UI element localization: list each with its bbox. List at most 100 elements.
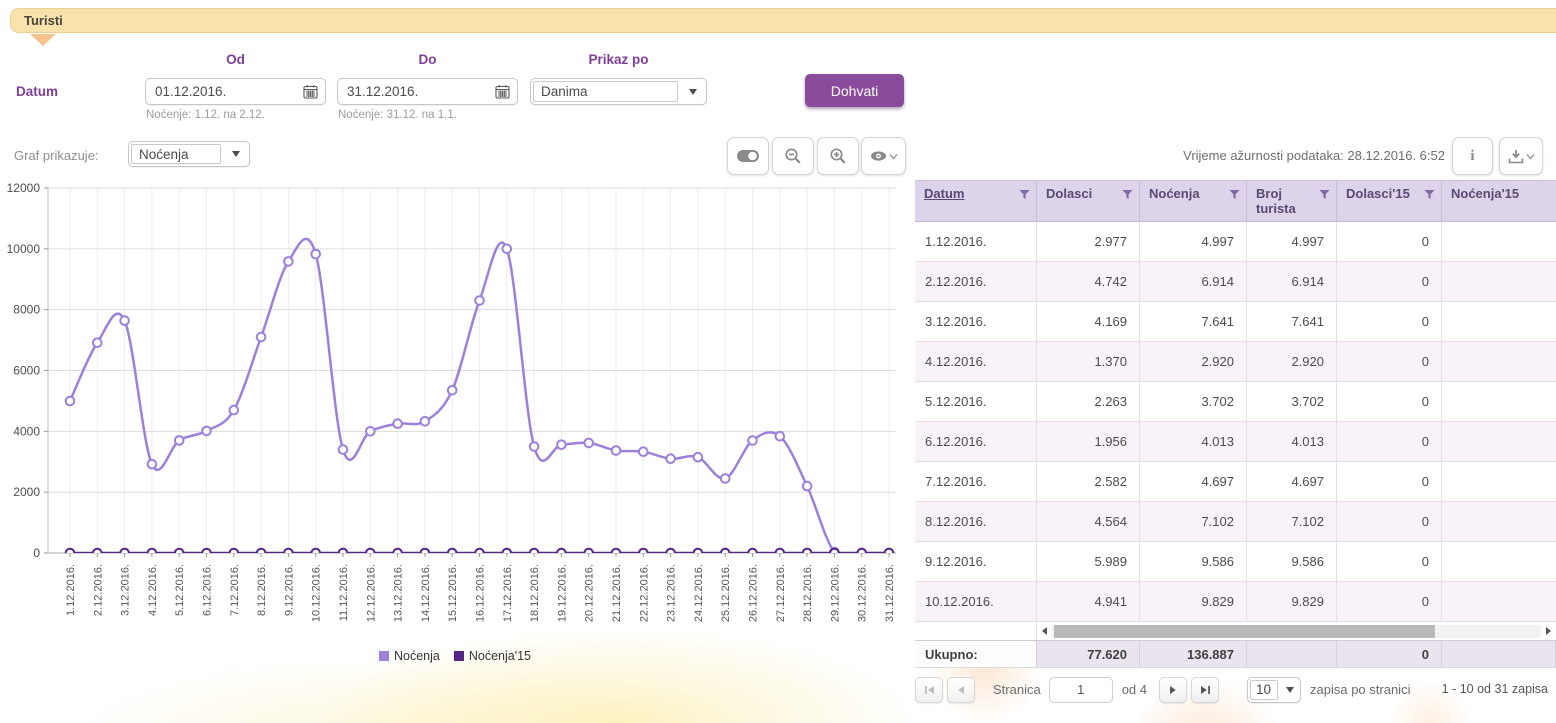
legend-item[interactable]: Noćenja'15	[454, 649, 531, 663]
totals-value	[1442, 641, 1556, 667]
cell-value: 4.697	[1247, 462, 1337, 501]
table-header-row: DatumDolasciNoćenjaBroj turistaDolasci'1…	[915, 180, 1556, 222]
scroll-left-arrow[interactable]	[1037, 622, 1052, 640]
svg-text:6000: 6000	[13, 364, 40, 378]
chevron-down-icon[interactable]	[1280, 678, 1300, 702]
svg-text:30.12.2016.: 30.12.2016.	[857, 564, 869, 622]
svg-text:8.12.2016.: 8.12.2016.	[256, 564, 268, 616]
filter-icon[interactable]	[1424, 189, 1435, 200]
svg-text:20.12.2016.: 20.12.2016.	[584, 564, 596, 622]
chevron-down-icon	[1526, 153, 1535, 160]
column-header-dolasci-15[interactable]: Dolasci'15	[1337, 181, 1442, 221]
table-row[interactable]: 10.12.2016.4.9419.8299.8290	[915, 582, 1556, 622]
filter-icon[interactable]	[1229, 189, 1240, 200]
table-row[interactable]: 2.12.2016.4.7426.9146.9140	[915, 262, 1556, 302]
zoom-in-button[interactable]	[817, 137, 859, 175]
column-header-dolasci[interactable]: Dolasci	[1037, 181, 1140, 221]
last-page-button[interactable]	[1191, 677, 1219, 703]
svg-text:5.12.2016.: 5.12.2016.	[174, 564, 186, 616]
cell-value	[1442, 582, 1556, 621]
table-row[interactable]: 4.12.2016.1.3702.9202.9200	[915, 342, 1556, 382]
svg-text:27.12.2016.: 27.12.2016.	[775, 564, 787, 622]
column-header-no-enja[interactable]: Noćenja	[1140, 181, 1247, 221]
cell-date: 6.12.2016.	[915, 422, 1037, 461]
cell-value: 9.586	[1140, 542, 1247, 581]
cell-value: 4.013	[1140, 422, 1247, 461]
cell-value: 5.989	[1037, 542, 1140, 581]
prikaz-po-selected-value[interactable]: Danima	[533, 81, 678, 102]
cell-date: 4.12.2016.	[915, 342, 1037, 381]
column-header-datum[interactable]: Datum	[915, 181, 1037, 221]
cell-value: 2.920	[1140, 342, 1247, 381]
date-from-value[interactable]: 01.12.2016.	[146, 84, 295, 99]
table-row[interactable]: 8.12.2016.4.5647.1027.1020	[915, 502, 1556, 542]
line-chart[interactable]: 0200040006000800010000120001.12.2016.2.1…	[0, 180, 910, 650]
prikaz-po-select[interactable]: Danima	[530, 78, 707, 105]
table-row[interactable]: 7.12.2016.2.5824.6974.6970	[915, 462, 1556, 502]
visibility-menu-button[interactable]	[861, 137, 906, 175]
calendar-icon[interactable]	[295, 79, 325, 104]
scrollbar-thumb[interactable]	[1054, 625, 1435, 638]
table-row[interactable]: 3.12.2016.4.1697.6417.6410	[915, 302, 1556, 342]
toggle-icon	[736, 148, 760, 164]
cell-value: 6.914	[1247, 262, 1337, 301]
filter-icon[interactable]	[1319, 189, 1330, 200]
chevron-down-icon[interactable]	[680, 79, 706, 104]
svg-text:1.12.2016.: 1.12.2016.	[65, 564, 77, 616]
scrollbar-track[interactable]	[1052, 625, 1541, 638]
date-to-value[interactable]: 31.12.2016.	[338, 84, 487, 99]
toggle-series-button[interactable]	[727, 137, 769, 175]
column-header-no-enja-15[interactable]: Noćenja'15	[1442, 181, 1556, 221]
table-body: 1.12.2016.2.9774.9974.99702.12.2016.4.74…	[915, 222, 1556, 622]
zoom-out-button[interactable]	[772, 137, 814, 175]
svg-text:18.12.2016.: 18.12.2016.	[529, 564, 541, 622]
svg-text:19.12.2016.: 19.12.2016.	[556, 564, 568, 622]
cell-value: 6.914	[1140, 262, 1247, 301]
filter-icon[interactable]	[1122, 189, 1133, 200]
cell-value: 7.641	[1140, 302, 1247, 341]
legend-label: Noćenja'15	[469, 649, 531, 663]
cell-value	[1442, 382, 1556, 421]
page-number-input[interactable]	[1049, 677, 1113, 703]
svg-text:10.12.2016.: 10.12.2016.	[311, 564, 323, 622]
table-row[interactable]: 6.12.2016.1.9564.0134.0130	[915, 422, 1556, 462]
calendar-icon[interactable]	[487, 79, 517, 104]
svg-text:17.12.2016.: 17.12.2016.	[502, 564, 514, 622]
svg-text:16.12.2016.: 16.12.2016.	[475, 564, 487, 622]
cell-value: 4.941	[1037, 582, 1140, 621]
table-horizontal-scrollbar[interactable]	[915, 622, 1556, 640]
fetch-button[interactable]: Dohvati	[805, 74, 904, 107]
graf-prikazuje-select[interactable]: Noćenja	[128, 141, 250, 167]
eye-icon	[870, 150, 887, 162]
column-header-broj-turista[interactable]: Broj turista	[1247, 181, 1337, 221]
chart-canvas[interactable]: 0200040006000800010000120001.12.2016.2.1…	[0, 180, 910, 650]
filter-icon[interactable]	[1019, 189, 1030, 200]
legend-item[interactable]: Noćenja	[379, 649, 440, 663]
table-row[interactable]: 5.12.2016.2.2633.7023.7020	[915, 382, 1556, 422]
cell-value	[1442, 262, 1556, 301]
table-row[interactable]: 9.12.2016.5.9899.5869.5860	[915, 542, 1556, 582]
graf-prikazuje-selected-value[interactable]: Noćenja	[131, 144, 221, 164]
tab-turisti[interactable]: Turisti	[10, 8, 1556, 33]
tab-title: Turisti	[24, 13, 63, 28]
previous-page-button[interactable]	[947, 677, 975, 703]
cell-value	[1442, 222, 1556, 261]
page-size-label: zapisa po stranici	[1310, 682, 1410, 697]
table-row[interactable]: 1.12.2016.2.9774.9974.9970	[915, 222, 1556, 262]
info-button[interactable]: i	[1452, 137, 1493, 175]
scroll-right-arrow[interactable]	[1541, 622, 1556, 640]
first-page-button[interactable]	[915, 677, 943, 703]
date-to-field[interactable]: 31.12.2016.	[337, 78, 518, 105]
next-page-button[interactable]	[1159, 677, 1187, 703]
svg-text:21.12.2016.: 21.12.2016.	[611, 564, 623, 622]
chevron-down-icon[interactable]	[223, 142, 249, 166]
cell-value	[1442, 542, 1556, 581]
page-size-value[interactable]: 10	[1250, 680, 1278, 700]
date-from-field[interactable]: 01.12.2016.	[145, 78, 326, 105]
svg-text:23.12.2016.: 23.12.2016.	[666, 564, 678, 622]
svg-text:22.12.2016.: 22.12.2016.	[638, 564, 650, 622]
page-size-select[interactable]: 10	[1247, 677, 1301, 703]
totals-value: 136.887	[1140, 641, 1247, 667]
svg-text:2000: 2000	[13, 485, 40, 499]
export-button[interactable]	[1499, 137, 1543, 175]
